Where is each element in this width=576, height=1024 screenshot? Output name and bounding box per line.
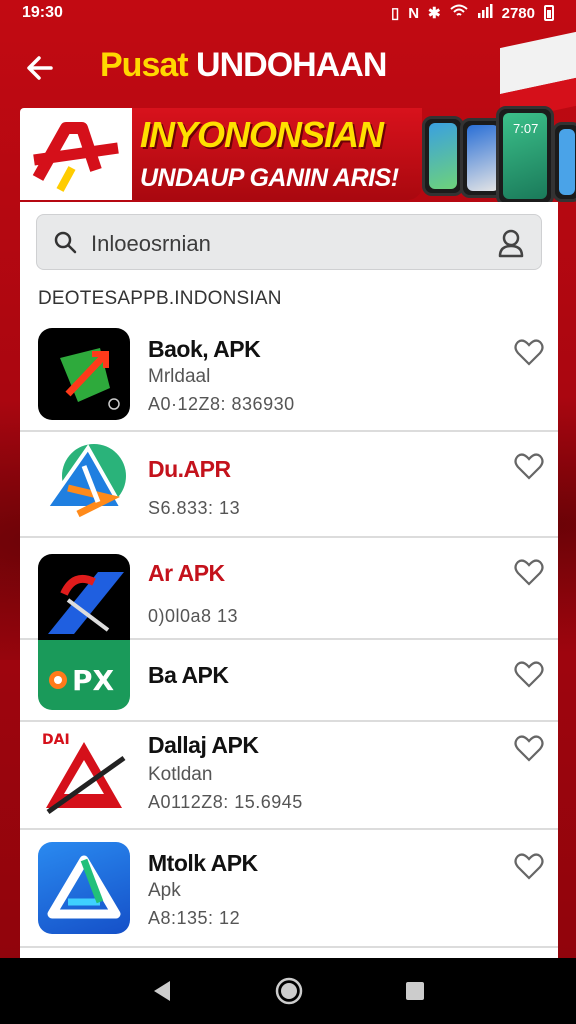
favorite-heart-icon[interactable] [514, 734, 544, 762]
list-item[interactable]: Ar APK 0)0l0a8 13 [20, 538, 558, 646]
app-meta: S6.833: 13 [148, 498, 241, 518]
notification-icon: ▯ [390, 5, 400, 22]
app-meta: 0)0l0a8 13 [148, 606, 239, 626]
status-icons: ▯ N ✱ 2780 [391, 4, 554, 22]
list-item[interactable]: Du.APR S6.833: 13 [20, 432, 558, 538]
phone-image [422, 116, 464, 196]
app-icon [38, 328, 130, 420]
status-time: 19:30 [22, 4, 63, 21]
arrow-left-icon [27, 56, 53, 80]
page-title: Pusat UNDOHAAN [100, 46, 387, 94]
search-icon [54, 231, 77, 254]
favorite-heart-icon[interactable] [514, 852, 544, 880]
search-bar[interactable]: Inloeosrnian [36, 214, 542, 270]
app-icon-text: PX [72, 664, 115, 697]
app-name: Du.APR [148, 456, 231, 482]
favorite-heart-icon[interactable] [514, 452, 544, 480]
phones-illustration: 7:07 [412, 78, 576, 206]
nav-recents-icon[interactable] [404, 980, 426, 1002]
search-input[interactable]: Inloeosrnian [91, 231, 211, 257]
wifi-icon [449, 4, 468, 22]
phone-image [552, 122, 576, 202]
favorite-heart-icon[interactable] [514, 338, 544, 366]
app-icon-text: DAI [42, 732, 70, 748]
list-item[interactable]: Mtolk APK Apk A8:135: 12 [20, 830, 558, 948]
bluetooth-icon: ✱ [428, 5, 441, 22]
phone-image: 7:07 [496, 106, 554, 206]
section-label: DEOTESAPPB.INDONSIAN [38, 288, 282, 309]
app-name: Ar APK [148, 560, 225, 586]
app-name: Dallaj APK [148, 732, 259, 758]
app-icon [38, 438, 130, 530]
app-icon: PX [38, 640, 130, 710]
status-right-text: 2780 [501, 4, 535, 22]
app-icon [38, 842, 130, 934]
brand-logo [20, 108, 132, 200]
back-button[interactable] [18, 48, 62, 88]
favorite-heart-icon[interactable] [514, 558, 544, 586]
system-nav-bar [0, 958, 576, 1024]
list-item[interactable]: DAI Dallaj APK Kotldan A0112Z8: 15.6945 [20, 722, 558, 830]
title-part-2: UNDOHAAN [196, 46, 387, 84]
app-subtitle: Kotldan [148, 764, 213, 785]
app-meta: A8:135: 12 [148, 908, 241, 928]
title-part-1: Pusat [100, 46, 189, 84]
app-icon [38, 554, 130, 646]
app-subtitle: Apk [148, 880, 181, 901]
promo-banner[interactable]: INYONONSIAN UNDAUP GANIN ARIS! 7:07 [20, 106, 576, 206]
nfc-icon: N [408, 4, 420, 22]
favorite-heart-icon[interactable] [514, 660, 544, 688]
list-item[interactable]: Baok, APK Mrldaal A0·12Z8: 836930 [20, 320, 558, 432]
signal-icon [477, 4, 493, 22]
status-bar: 19:30 ▯ N ✱ 2780 [0, 0, 576, 26]
banner-title: INYONONSIAN [140, 114, 384, 155]
app-name: Mtolk APK [148, 850, 258, 876]
user-icon[interactable] [497, 228, 525, 258]
app-name: Baok, APK [148, 336, 261, 362]
banner-subtitle: UNDAUP GANIN ARIS! [140, 164, 399, 192]
app-meta: A0112Z8: 15.6945 [148, 792, 303, 812]
app-name: Ba APK [148, 662, 229, 688]
app-list-panel: Inloeosrnian DEOTESAPPB.INDONSIAN Baok, … [20, 202, 558, 958]
app-meta: A0·12Z8: 836930 [148, 394, 295, 414]
nav-back-icon[interactable] [150, 979, 174, 1003]
list-item[interactable]: PX Ba APK [20, 640, 558, 722]
phone-time: 7:07 [513, 121, 539, 136]
battery-icon [544, 5, 554, 21]
app-subtitle: Mrldaal [148, 366, 211, 387]
app-icon: DAI [38, 728, 130, 820]
nav-home-icon[interactable] [274, 976, 304, 1006]
